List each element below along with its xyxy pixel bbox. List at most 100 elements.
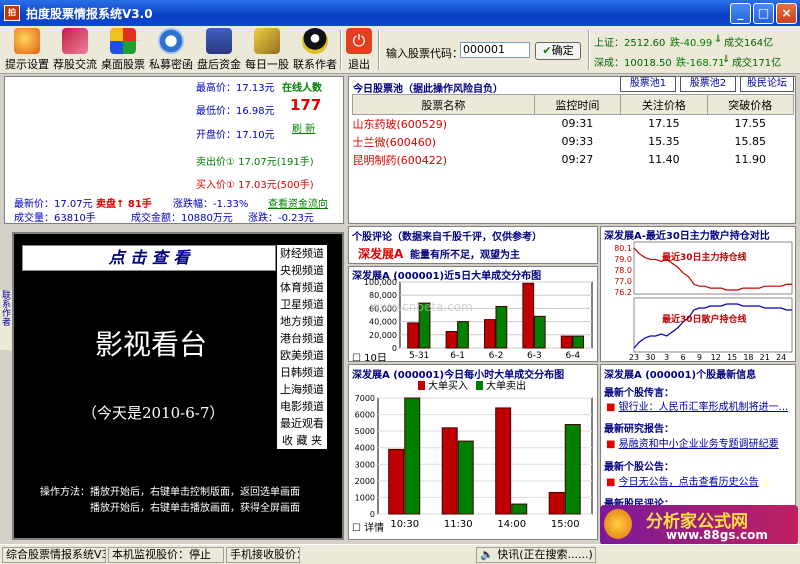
column-header[interactable]: 股票名称 [352,94,535,115]
y-tick-label: 6000 [355,411,375,420]
sh-index: 上证：2512.60 [594,38,666,49]
y-tick-label: 80.1 [614,244,632,253]
line-label: 最近30日主力持仓线 [662,251,747,263]
volume: 成交量：63810手 [14,213,96,224]
stock-code-input[interactable]: 000001 [460,42,530,58]
sz-volume: 成交171亿 [732,58,782,69]
toolbar-separator [340,30,342,70]
channel-item[interactable]: 最近观看 [277,415,327,432]
confirm-button[interactable]: ✔确定 [535,42,581,60]
y-tick-label: 40,000 [369,318,397,327]
key-icon [254,28,280,54]
table-row[interactable]: 士兰微(600460) 09:33 15.35 15.85 [353,133,794,151]
legend-label: 大单买入 [428,379,468,392]
stock-name: 昆明制药(600422) [352,153,448,167]
maximize-button[interactable]: □ [753,3,774,24]
toolbar-button-contact-author[interactable]: 联系作者 [292,28,338,72]
amount: 成交金额：10880万元 [131,213,233,224]
breakout-price: 17.55 [734,117,767,131]
toolbar-label: 盘后资金 [197,58,241,71]
bar [495,305,508,349]
bar [533,315,546,349]
toolbar-button-private-letter[interactable]: 私募密函 [148,28,194,72]
comment-title: 个股评论（数据来自千股千评，仅供参考） [352,232,542,243]
bar [441,427,458,515]
legend-swatch [418,381,425,390]
tab-pool-1[interactable]: 股票池1 [620,76,676,92]
help-text-2: 播放开始后，右键单击播放画面，获得全屏画面 [90,503,300,514]
status-bar: 综合股票情报系统V3.0 本机监视股价：停止 手机接收股价：停止 🔈 快讯(正在… [0,544,800,564]
news-item[interactable]: ■ 今日无公告，点击查看历史公告 [606,473,759,488]
x-tick-label: 6 [680,353,685,362]
refresh-link[interactable]: 刷 新 [292,120,315,135]
toolbar-button-stock-exchange[interactable]: 荐股交流 [52,28,98,72]
channel-item[interactable]: 港台频道 [277,330,327,347]
column-header[interactable]: 监控时间 [533,94,622,115]
channel-item[interactable]: 财经频道 [277,245,327,262]
toolbar-button-daily-stock[interactable]: 每日一股 [244,28,290,72]
channel-item[interactable]: 日韩频道 [277,364,327,381]
low-price: 最低价：16.98元 [196,106,275,117]
table-row[interactable]: 昆明制药(600422) 09:27 11.40 11.90 [353,151,794,169]
down-arrow-icon: ⇓ [714,34,723,45]
tab-pool-2[interactable]: 股票池2 [680,76,736,92]
y-tick-label: 0 [370,510,375,519]
toolbar-button-desktop-stock[interactable]: 桌面股票 [100,28,146,72]
news-item[interactable]: ■ 易融资和中小企业业务专题调研纪要 [606,435,779,450]
news-item[interactable]: ■ 银行业：人民币汇率形成机制将进一... [606,398,788,413]
x-tick-label: 23 [629,353,639,362]
sell-volume: 卖盘↑ 81手 [96,199,152,210]
stock-pool-table: 股票名称 监控时间 关注价格 突破价格 山东药玻(600529) 09:31 1… [352,94,795,169]
monitor-time: 09:33 [561,135,594,148]
column-header[interactable]: 突破价格 [706,94,795,115]
confirm-label: 确定 [551,44,574,57]
watch-price: 17.15 [648,117,680,131]
close-button[interactable]: × [776,3,797,24]
channel-item[interactable]: 卫星频道 [277,296,327,313]
channel-item[interactable]: 央视频道 [277,262,327,279]
ten-day-checkbox[interactable]: ☐ 10日 [352,349,387,364]
watermark-logo: 分析家公式网 www.88gs.com [600,505,798,545]
channel-item[interactable]: 上海频道 [277,381,327,398]
online-count: 177 [290,96,322,114]
tab-forum[interactable]: 股民论坛 [740,76,794,92]
x-tick-label: 6-4 [565,351,580,361]
minimize-button[interactable]: _ [730,3,751,24]
bar [560,335,573,349]
high-price: 最高价：17.13元 [196,83,275,94]
fund-flow-link[interactable]: 查看资金流向 [268,195,328,210]
check-icon: ✔ [542,44,552,57]
x-tick-label: 15 [727,353,737,362]
bar [457,321,469,349]
watch-price: 11.40 [648,153,680,166]
help-text-1: 操作方法：播放开始后，右键单击控制版面，返回选单画面 [40,487,300,498]
hourly-chart: 0 1000 2000 3000 4000 5000 6000 7000 大单买入 大单卖出 10:… [355,379,593,530]
app-icon: 拍 [4,5,20,21]
channel-item[interactable]: 电影频道 [277,398,327,415]
bar [445,331,458,349]
y-tick-label: 3000 [355,460,375,469]
status-news-text: 快讯(正在搜索......) [497,548,593,561]
bar [457,440,474,515]
toolbar-separator [378,30,380,70]
news-section-announcement: 最新个股公告： [604,462,674,473]
channel-item[interactable]: 收 藏 夹 [277,432,327,449]
channel-item[interactable]: 地方频道 [277,313,327,330]
channel-item[interactable]: 体育频道 [277,279,327,296]
bar [404,397,421,515]
table-row[interactable]: 山东药玻(600529) 09:31 17.15 17.55 [353,115,794,133]
detail-checkbox[interactable]: ☐ 详情 [352,519,384,534]
y-tick-label: 79.0 [614,255,632,264]
stock-code-label: 输入股票代码： [386,47,463,60]
toolbar-button-after-hours-funds[interactable]: 盘后资金 [196,28,242,72]
detail-label: 详情 [364,523,385,534]
exit-button[interactable]: ⏻ 退出 [344,28,374,72]
column-header[interactable]: 关注价格 [620,94,708,115]
toolbar-button-hint-settings[interactable]: 提示设置 [4,28,50,72]
contact-author-tab[interactable]: 联系作者 [0,290,12,350]
click-view-banner[interactable]: 点 击 查 看 [22,245,276,271]
status-mobile: 手机接收股价：停止 [226,547,300,563]
channel-item[interactable]: 欧美频道 [277,347,327,364]
mainforce-chart: 80.1 79.0 78.0 77.0 76.2 最近30日主力持仓线最近30日散户持仓线… [614,241,793,362]
toolbar-label: 提示设置 [5,58,49,71]
